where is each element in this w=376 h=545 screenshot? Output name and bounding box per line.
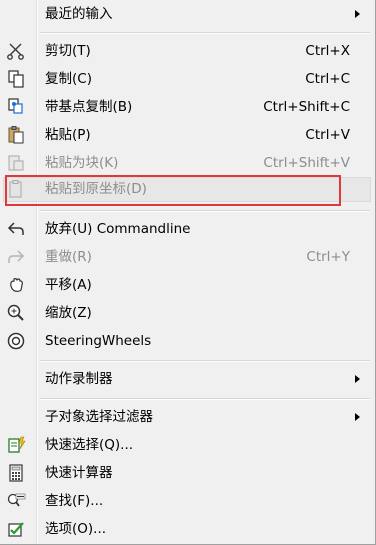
menu-item-action-recorder[interactable]: 动作录制器: [0, 366, 372, 392]
quick-select-icon: [6, 435, 26, 455]
menu-item-shortcut: Ctrl+X: [305, 43, 350, 59]
menu-item-label: 粘贴为块(K): [45, 155, 119, 171]
menu-item-label: 选项(O)...: [45, 521, 107, 537]
find-abc-icon: [6, 491, 26, 511]
menu-item-label: 粘贴(P): [45, 127, 91, 143]
calculator-icon: [6, 463, 26, 483]
zoom-icon: [6, 303, 26, 323]
menu-item-recent-input[interactable]: 最近的输入: [0, 1, 372, 27]
menu-separator: [40, 398, 370, 400]
menu-item-label: SteeringWheels: [45, 333, 152, 349]
submenu-arrow-icon: [355, 10, 360, 18]
menu-item-label: 动作录制器: [45, 371, 113, 387]
menu-item-label: 放弃(U) Commandline: [45, 221, 191, 237]
menu-item-label: 最近的输入: [45, 6, 113, 22]
menu-item-zoom[interactable]: 缩放(Z): [0, 300, 372, 326]
menu-item-find[interactable]: 查找(F)...: [0, 488, 372, 514]
scissors-icon: [6, 41, 26, 61]
undo-icon: [6, 219, 26, 239]
submenu-arrow-icon: [355, 413, 360, 421]
menu-item-label: 缩放(Z): [45, 305, 92, 321]
pan-hand-icon: [6, 275, 26, 295]
menu-separator: [40, 360, 370, 362]
menu-item-shortcut: Ctrl+Shift+C: [263, 99, 350, 115]
menu-item-shortcut: Ctrl+C: [305, 71, 350, 87]
menu-item-label: 复制(C): [45, 71, 92, 87]
steering-wheel-icon: [6, 331, 26, 351]
menu-item-options[interactable]: 选项(O)...: [0, 516, 372, 542]
menu-item-shortcut: Ctrl+Shift+V: [263, 155, 350, 171]
menu-item-cut[interactable]: 剪切(T) Ctrl+X: [0, 38, 372, 64]
menu-item-subobject-filter[interactable]: 子对象选择过滤器: [0, 404, 372, 430]
menu-item-label: 子对象选择过滤器: [45, 409, 153, 425]
menu-item-shortcut: Ctrl+V: [305, 127, 350, 143]
menu-item-pan[interactable]: 平移(A): [0, 272, 372, 298]
menu-item-label: 重做(R): [45, 249, 92, 265]
menu-item-label: 剪切(T): [45, 43, 91, 59]
menu-item-steeringwheels[interactable]: SteeringWheels: [0, 328, 372, 354]
menu-item-quick-select[interactable]: 快速选择(Q)...: [0, 432, 372, 458]
context-menu: 最近的输入 剪切(T) Ctrl+X 复制(C) Ctrl+C 带基点复制(B)…: [0, 0, 376, 545]
menu-item-quick-calc[interactable]: 快速计算器: [0, 460, 372, 486]
menu-item-label: 查找(F)...: [45, 493, 104, 509]
paste-icon: [6, 125, 26, 145]
menu-item-paste[interactable]: 粘贴(P) Ctrl+V: [0, 122, 372, 148]
menu-item-copy-with-basepoint[interactable]: 带基点复制(B) Ctrl+Shift+C: [0, 94, 372, 120]
menu-item-label: 平移(A): [45, 277, 92, 293]
submenu-arrow-icon: [355, 375, 360, 383]
menu-item-label: 快速选择(Q)...: [45, 437, 134, 453]
red-annotation-box: [5, 175, 341, 206]
copy-icon: [6, 69, 26, 89]
menu-item-undo[interactable]: 放弃(U) Commandline: [0, 216, 372, 242]
menu-item-redo[interactable]: 重做(R) Ctrl+Y: [0, 244, 372, 270]
paste-as-block-icon: [6, 153, 26, 173]
menu-item-label: 快速计算器: [45, 465, 113, 481]
menu-item-copy[interactable]: 复制(C) Ctrl+C: [0, 66, 372, 92]
menu-item-shortcut: Ctrl+Y: [306, 249, 350, 265]
menu-item-paste-as-block[interactable]: 粘贴为块(K) Ctrl+Shift+V: [0, 150, 372, 176]
redo-icon: [6, 247, 26, 267]
menu-item-label: 带基点复制(B): [45, 99, 133, 115]
menu-separator: [40, 32, 370, 34]
menu-separator: [40, 210, 370, 212]
options-checkbox-icon: [6, 519, 26, 539]
copy-with-basepoint-icon: [6, 97, 26, 117]
